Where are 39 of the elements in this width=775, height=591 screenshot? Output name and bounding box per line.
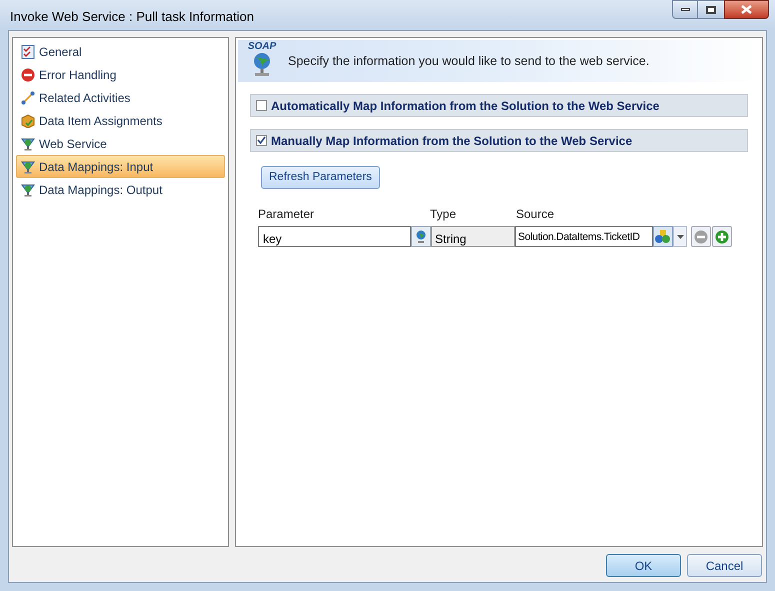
- sidebar-item[interactable]: General: [16, 40, 225, 63]
- column-header: Type: [430, 206, 458, 220]
- dialog-button[interactable]: OK: [606, 554, 681, 577]
- caret-icon: [676, 234, 684, 238]
- sidebar-item[interactable]: Web Service: [16, 132, 225, 155]
- dialog-button[interactable]: Cancel: [687, 554, 762, 577]
- plus-icon: [715, 230, 729, 244]
- refresh-parameters-button[interactable]: Refresh Parameters: [261, 166, 380, 189]
- checklist-icon: [21, 44, 35, 58]
- parameter-field[interactable]: key: [258, 226, 411, 247]
- minus-icon: [694, 230, 708, 244]
- soap-label: SOAP: [248, 42, 276, 52]
- connector-icon: [21, 90, 35, 104]
- checkbox[interactable]: [256, 100, 267, 111]
- close-icon: [741, 5, 752, 14]
- source-field[interactable]: Solution.DataItems.TicketID: [515, 226, 653, 247]
- sidebar-item[interactable]: Data Item Assignments: [16, 109, 225, 132]
- type-field: String: [431, 226, 515, 247]
- close-button[interactable]: [724, 0, 769, 19]
- shapes-icon: [655, 230, 671, 244]
- option-bar[interactable]: Manually Map Information from the Solution to the Web Service: [250, 129, 748, 152]
- sidebar-item[interactable]: Data Mappings: Input: [16, 155, 225, 178]
- maximize-button[interactable]: [698, 0, 724, 19]
- dropdown-button[interactable]: [673, 226, 687, 247]
- sidebar-item[interactable]: Related Activities: [16, 86, 225, 109]
- column-header: Source: [516, 206, 554, 220]
- window-title: Invoke Web Service : Pull task Information: [10, 8, 255, 26]
- package-icon: [21, 114, 35, 128]
- data-item-picker-button[interactable]: [653, 226, 673, 247]
- stop-icon: [21, 68, 35, 82]
- column-header: Parameter: [258, 206, 316, 220]
- checkbox[interactable]: [256, 135, 267, 146]
- add-button[interactable]: [712, 226, 732, 247]
- globe-button[interactable]: [411, 226, 431, 247]
- option-bar[interactable]: Automatically Map Information from the Solution to the Web Service: [250, 94, 748, 117]
- minimize-button[interactable]: [672, 0, 698, 19]
- sidebar-item[interactable]: Data Mappings: Output: [16, 178, 225, 201]
- header-text: Specify the information you would like to send to the web service.: [288, 52, 650, 70]
- sidebar-item[interactable]: Error Handling: [16, 63, 225, 86]
